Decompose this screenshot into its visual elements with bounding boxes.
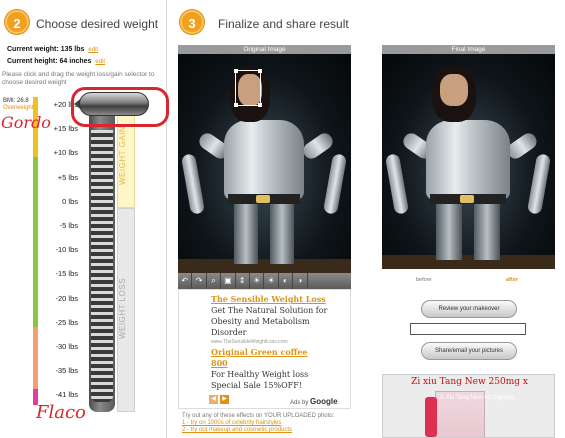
try-intro: Try out any of these effects on YOUR UPL… bbox=[182, 413, 335, 419]
bmi-segment-underweight bbox=[33, 327, 38, 389]
weight-loss-label: WEIGHT LOSS bbox=[118, 278, 127, 340]
redo-icon[interactable]: ↷ bbox=[192, 273, 207, 289]
face-selection-box[interactable] bbox=[234, 69, 262, 107]
image-toolbar: ↶ ↷ ⌕ ▣ ⇕ ☀ ☀ ◐ ◑ bbox=[178, 273, 351, 289]
current-weight-label: Current weight: bbox=[7, 46, 59, 53]
after-tab[interactable]: after bbox=[506, 277, 518, 283]
right-leg bbox=[474, 204, 500, 260]
try-link-makeup[interactable]: 2 - try out makeup and cosmetic products bbox=[182, 427, 352, 434]
current-weight-row: Current weight: 135 lbs edit bbox=[7, 46, 98, 53]
weight-slider-track[interactable] bbox=[89, 100, 115, 412]
current-height-label: Current height: bbox=[7, 58, 58, 65]
weight-loss-zone: WEIGHT LOSS bbox=[117, 208, 135, 412]
right-leg bbox=[270, 204, 294, 264]
side-ad[interactable]: Zi xiu Tang New 250mg x Zi Xiu Tang New … bbox=[382, 374, 555, 438]
column-divider bbox=[166, 0, 167, 438]
left-leg bbox=[234, 204, 258, 264]
bmi-color-bar bbox=[33, 97, 38, 405]
ad1-text: Get The Natural Solution for Obesity and… bbox=[211, 306, 328, 337]
annotation-flaco: Flaco bbox=[36, 402, 86, 423]
brightness-down-icon[interactable]: ☀ bbox=[264, 273, 279, 289]
resize-handle[interactable] bbox=[258, 103, 262, 107]
current-weight-value: 135 lbs bbox=[60, 46, 85, 53]
right-forearm bbox=[526, 153, 552, 215]
drag-hint: Please click and drag the weight loss/ga… bbox=[2, 71, 155, 86]
resize-handle[interactable] bbox=[234, 69, 238, 73]
weight-tick-label: -35 lbs bbox=[55, 366, 78, 376]
original-image bbox=[178, 54, 351, 273]
right-arm bbox=[300, 130, 336, 162]
bmi-label: BMI: 26.8 Overweight bbox=[3, 98, 33, 112]
current-height-value: 64 inches bbox=[59, 58, 92, 65]
resize-icon[interactable]: ⇕ bbox=[236, 273, 250, 289]
weight-tick-label: -30 lbs bbox=[55, 342, 78, 351]
share-pictures-button[interactable]: Share/email your pictures bbox=[421, 342, 517, 360]
resize-handle[interactable] bbox=[234, 103, 238, 107]
share-email-input[interactable] bbox=[410, 323, 526, 335]
original-image-header: Original Image bbox=[178, 45, 351, 54]
ads-by-google[interactable]: Ads by Google bbox=[290, 397, 338, 406]
ads-by-label: Ads by bbox=[290, 400, 309, 406]
final-image-header: Final Image bbox=[382, 45, 555, 54]
zoom-icon[interactable]: ⌕ bbox=[207, 273, 222, 289]
page: 2 Choose desired weight 3 Finalize and s… bbox=[0, 0, 565, 438]
ad2-text: For Healthy Weight loss Special Sale 15%… bbox=[211, 370, 309, 390]
annotation-gordo: Gordo bbox=[1, 113, 51, 132]
edit-weight-link[interactable]: edit bbox=[88, 47, 98, 53]
belt-buckle bbox=[460, 195, 474, 203]
ads-brand: Google bbox=[310, 397, 338, 406]
weight-tick-label: -41 lbs bbox=[55, 390, 78, 400]
resize-handle[interactable] bbox=[258, 69, 262, 73]
contrast-icon[interactable]: ◐ bbox=[279, 273, 294, 289]
floor bbox=[178, 259, 351, 273]
weight-tick-label: -20 lbs bbox=[55, 293, 78, 303]
try-effects-section: Try out any of these effects on YOUR UPL… bbox=[182, 413, 352, 434]
weight-tick-label: -5 lbs bbox=[59, 221, 78, 230]
step-3-title: Finalize and share result bbox=[218, 17, 349, 31]
edit-height-link[interactable]: edit bbox=[95, 59, 105, 65]
ad1-title-link[interactable]: The Sensible Weight Loss bbox=[211, 294, 326, 304]
step-3-badge: 3 bbox=[180, 10, 204, 34]
side-ad-product-pack bbox=[425, 397, 437, 437]
belt-buckle bbox=[256, 195, 270, 203]
right-forearm bbox=[322, 153, 348, 215]
weight-tick-label: +5 lbs bbox=[57, 172, 78, 182]
crop-icon[interactable]: ▣ bbox=[221, 273, 236, 289]
before-tab[interactable]: before bbox=[416, 277, 432, 283]
highlight-circle-annotation bbox=[71, 87, 169, 127]
contrast-alt-icon[interactable]: ◑ bbox=[293, 273, 308, 289]
torso bbox=[426, 120, 510, 200]
side-ad-subtitle: Zi Xiu Tang New 60 Capsule bbox=[439, 395, 515, 401]
weight-tick-label: 0 lbs bbox=[62, 196, 78, 206]
weight-tick-label: -25 lbs bbox=[55, 317, 78, 327]
step-2-title: Choose desired weight bbox=[36, 17, 159, 31]
step-2-badge: 2 bbox=[5, 10, 29, 34]
bmi-status: Overweight bbox=[3, 105, 34, 111]
review-makeover-button[interactable]: Review your makeover bbox=[421, 300, 517, 318]
ad2-title-link[interactable]: Original Green coffee 800 bbox=[211, 347, 321, 369]
weight-tick-label: -10 lbs bbox=[55, 245, 78, 255]
left-forearm bbox=[384, 153, 410, 215]
ad1-url[interactable]: www.TheSensibleWeightLoss.com bbox=[211, 339, 288, 345]
slider-ridges bbox=[91, 130, 113, 402]
weight-tick-label: +10 lbs bbox=[53, 148, 78, 158]
weight-tick-label: -15 lbs bbox=[55, 269, 78, 279]
left-forearm bbox=[180, 153, 206, 215]
bmi-value: BMI: 26.8 bbox=[3, 98, 29, 104]
face bbox=[440, 74, 468, 106]
left-leg bbox=[436, 204, 462, 260]
floor bbox=[382, 255, 555, 269]
current-height-row: Current height: 64 inches edit bbox=[7, 58, 105, 65]
brightness-up-icon[interactable]: ☀ bbox=[250, 273, 265, 289]
try-link-hairstyles[interactable]: 1 - try on 1000s of celebrity hairstyles bbox=[182, 420, 352, 427]
undo-icon[interactable]: ↶ bbox=[178, 273, 193, 289]
bmi-segment-normal bbox=[33, 157, 38, 327]
side-ad-title[interactable]: Zi xiu Tang New 250mg x bbox=[383, 377, 554, 387]
ad-next-button[interactable]: ▶ bbox=[220, 395, 229, 404]
torso bbox=[224, 120, 304, 200]
ad-prev-button[interactable]: ◀ bbox=[209, 395, 218, 404]
final-image bbox=[382, 54, 555, 269]
